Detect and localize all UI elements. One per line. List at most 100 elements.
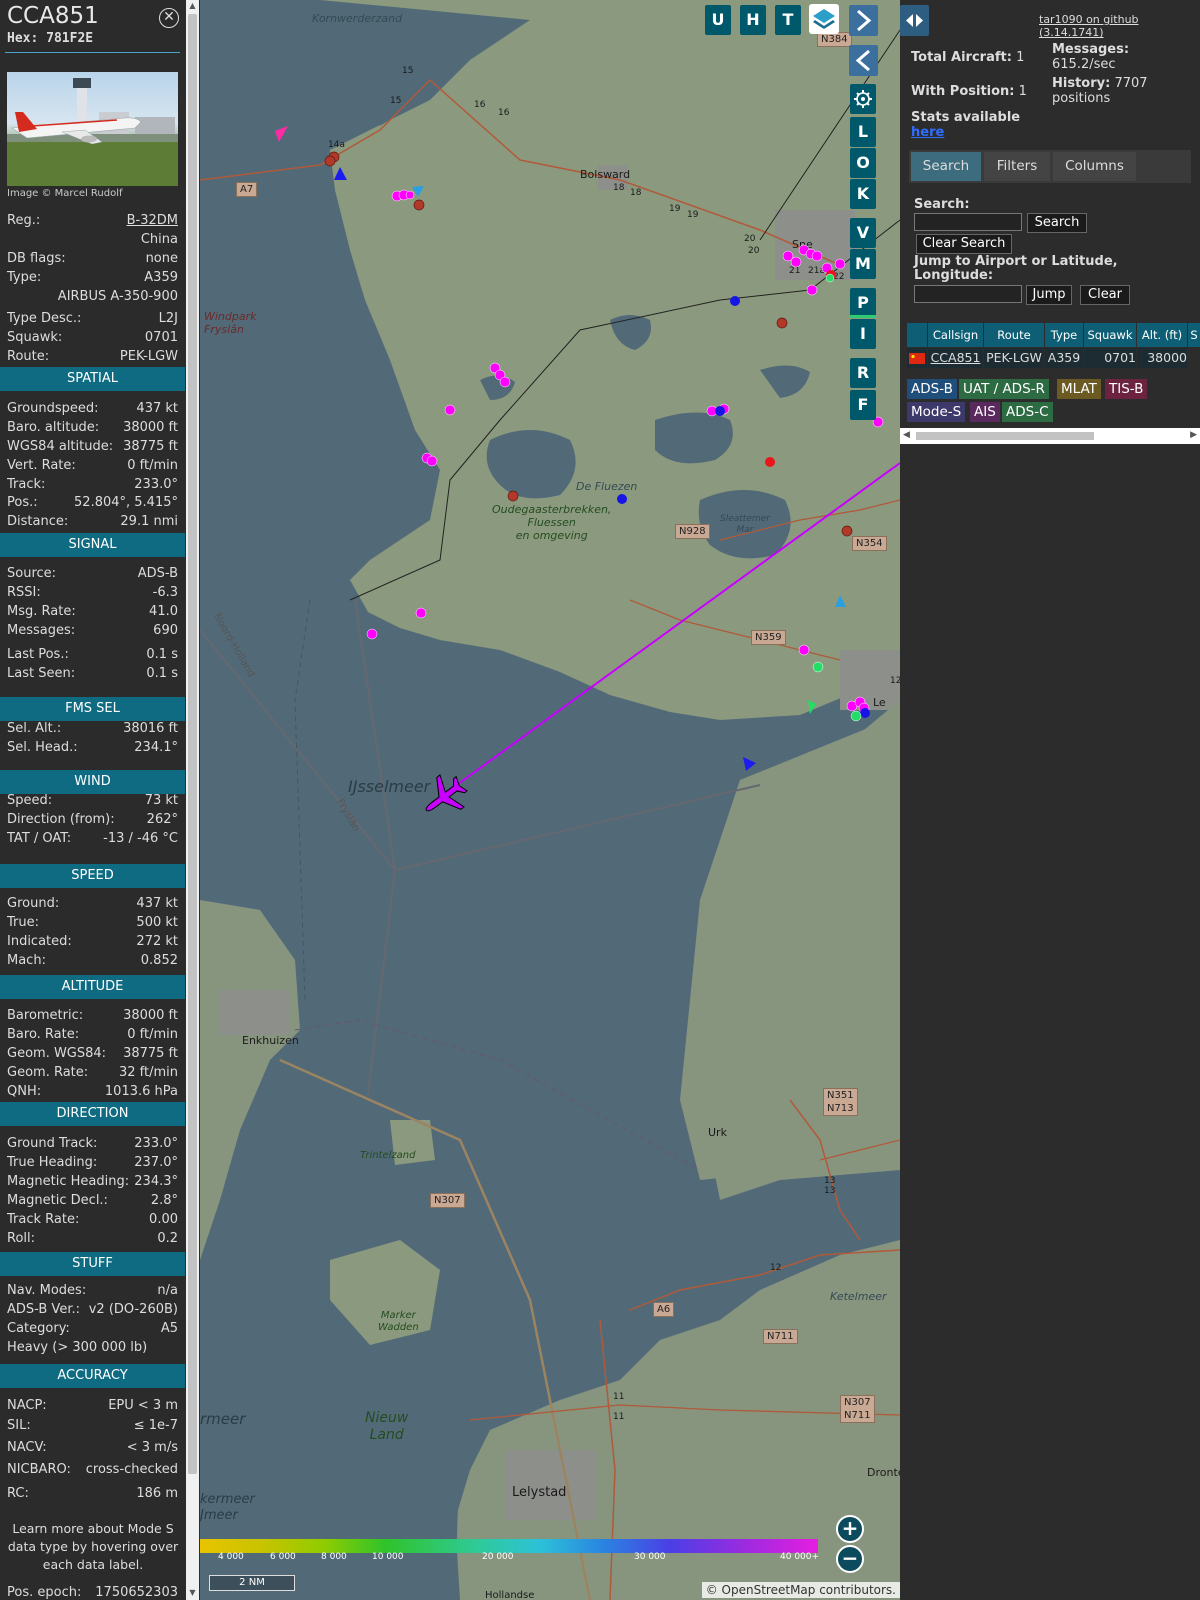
map-attribution[interactable]: © OpenStreetMap contributors.: [701, 1582, 900, 1598]
info-row-label: Sel. Alt.:: [7, 721, 62, 736]
info-row-value[interactable]: B-32DM: [127, 213, 178, 228]
info-row-label: Route:: [7, 349, 50, 364]
aircraft-photo[interactable]: [7, 72, 178, 186]
scroll-right-icon[interactable]: ▶: [1190, 430, 1197, 440]
map-button-v[interactable]: V: [850, 218, 876, 248]
info-row-value: 0.852: [140, 953, 178, 968]
jump-input[interactable]: [914, 285, 1022, 303]
info-row: QNH: 1013.6 hPa: [7, 1084, 178, 1103]
map-button-o[interactable]: O: [850, 148, 876, 178]
scroll-down-icon[interactable]: ▼: [188, 1588, 197, 1598]
column-header-type[interactable]: Type: [1045, 323, 1083, 347]
info-row-value: 38775 ft: [123, 1046, 178, 1061]
aircraft-info-panel: CCA851 Hex: 781F2E ✕ Image © Marcel Rudo…: [0, 0, 185, 1600]
info-row: Last Pos.: 0.1 s: [7, 647, 178, 666]
aircraft-markers[interactable]: [200, 0, 900, 1600]
table-cell-type[interactable]: A359: [1045, 348, 1083, 368]
info-row: Type: A359: [7, 270, 178, 289]
tab-search[interactable]: Search: [911, 152, 981, 181]
column-header-route[interactable]: Route: [984, 323, 1044, 347]
info-row: Squawk: 0701: [7, 330, 178, 349]
info-row: Geom. Rate: 32 ft/min: [7, 1065, 178, 1084]
map-button-r[interactable]: R: [850, 358, 876, 388]
search-input[interactable]: [914, 213, 1022, 231]
info-row: Ground: 437 kt: [7, 896, 178, 915]
info-row: Msg. Rate: 41.0: [7, 604, 178, 623]
zoom-in-button[interactable]: +: [836, 1515, 864, 1543]
info-row: DB flags: none: [7, 251, 178, 270]
info-row: Magnetic Heading: 234.3°: [7, 1174, 178, 1193]
layers-icon[interactable]: [809, 4, 839, 34]
table-horizontal-scrollbar[interactable]: ◀ ▶: [900, 428, 1200, 444]
info-row-label: Mach:: [7, 953, 46, 968]
map-button-k[interactable]: K: [850, 179, 876, 209]
table-cell-altitude[interactable]: 38000: [1137, 348, 1187, 368]
info-row-label: Heavy (> 300 000 lb): [7, 1340, 148, 1355]
map-button-l[interactable]: L: [850, 117, 876, 147]
altitude-color-legend: [200, 1539, 818, 1553]
info-row-label: QNH:: [7, 1084, 42, 1099]
search-button[interactable]: Search: [1027, 213, 1087, 233]
clear-search-button[interactable]: Clear Search: [916, 234, 1012, 254]
stats-here-link[interactable]: here: [911, 125, 944, 140]
scrollbar-thumb[interactable]: [188, 14, 197, 1474]
info-row: Baro. altitude: 38000 ft: [7, 420, 178, 439]
scrollbar-thumb[interactable]: [916, 432, 1094, 440]
github-link[interactable]: tar1090 on github (3.14.1741): [1039, 13, 1200, 39]
scroll-up-icon[interactable]: ▲: [188, 1, 197, 11]
jump-button[interactable]: Jump: [1026, 285, 1072, 305]
clear-jump-button[interactable]: Clear: [1080, 285, 1130, 305]
section-header-spatial: SPATIAL: [0, 367, 185, 391]
column-header-squawk[interactable]: Squawk: [1084, 323, 1136, 347]
info-row-value: none: [145, 251, 178, 266]
map-button-p[interactable]: P: [850, 288, 876, 318]
column-header-altitude[interactable]: Alt. (ft): [1137, 323, 1187, 347]
map-button-f[interactable]: F: [850, 390, 876, 420]
map-button-h[interactable]: H: [740, 5, 766, 35]
altitude-tick: 6 000: [270, 1552, 296, 1562]
info-row: Route: PEK-LGW: [7, 349, 178, 368]
info-row: Track: 233.0°: [7, 477, 178, 496]
close-icon[interactable]: ✕: [159, 8, 179, 28]
table-cell-callsign[interactable]: CCA851: [928, 348, 983, 368]
stats-available: Stats available: [911, 110, 1021, 125]
next-aircraft-button[interactable]: [849, 5, 878, 36]
gear-icon[interactable]: [850, 84, 876, 114]
info-row-value: 0.2: [157, 1231, 178, 1246]
aircraft-hex: Hex: 781F2E: [7, 31, 94, 46]
info-row: NICBARO: cross-checked: [7, 1462, 178, 1481]
info-row: SIL: ≤ 1e-7: [7, 1418, 178, 1437]
tab-columns[interactable]: Columns: [1053, 152, 1136, 181]
info-row-label: Baro. altitude:: [7, 420, 100, 435]
info-row-value: 0 ft/min: [127, 1027, 178, 1042]
map-button-u[interactable]: U: [705, 5, 731, 35]
tab-filters[interactable]: Filters: [984, 152, 1050, 181]
map-button-i[interactable]: I: [850, 319, 876, 349]
badge-tis-b: TIS-B: [1105, 379, 1148, 399]
info-panel-scrollbar[interactable]: ▲ ▼: [186, 0, 199, 1600]
map-button-t[interactable]: T: [775, 5, 801, 35]
toggle-sidebar-button[interactable]: [900, 5, 929, 36]
info-row-value: 500 kt: [136, 915, 178, 930]
column-header-speed[interactable]: S: [1188, 323, 1200, 347]
column-header-callsign[interactable]: Callsign: [928, 323, 983, 347]
info-row-value: v2 (DO-260B): [88, 1302, 178, 1317]
previous-aircraft-button[interactable]: [849, 45, 878, 76]
table-cell-route[interactable]: PEK-LGW: [984, 348, 1044, 368]
info-row: Roll: 0.2: [7, 1231, 178, 1250]
altitude-tick: 4 000: [218, 1552, 244, 1562]
info-row-label: Nav. Modes:: [7, 1283, 87, 1298]
info-row-value: -13 / -46 °C: [103, 831, 178, 846]
info-row: Direction (from): 262°: [7, 812, 178, 831]
map-button-m[interactable]: M: [850, 249, 876, 279]
sidebar-panel: tar1090 on github (3.14.1741) Total Airc…: [900, 0, 1200, 1600]
info-row-value: 690: [153, 623, 178, 638]
info-row-value: 1013.6 hPa: [104, 1084, 178, 1099]
zoom-out-button[interactable]: −: [836, 1545, 864, 1573]
table-header-flag: [907, 323, 927, 347]
scroll-left-icon[interactable]: ◀: [903, 430, 910, 440]
table-cell-squawk[interactable]: 0701: [1084, 348, 1136, 368]
altitude-tick: 8 000: [321, 1552, 347, 1562]
map-view[interactable]: Kornwerderzand Bolsward Sne Windpark Fry…: [200, 0, 900, 1600]
info-row-value: 2.8°: [150, 1193, 178, 1208]
